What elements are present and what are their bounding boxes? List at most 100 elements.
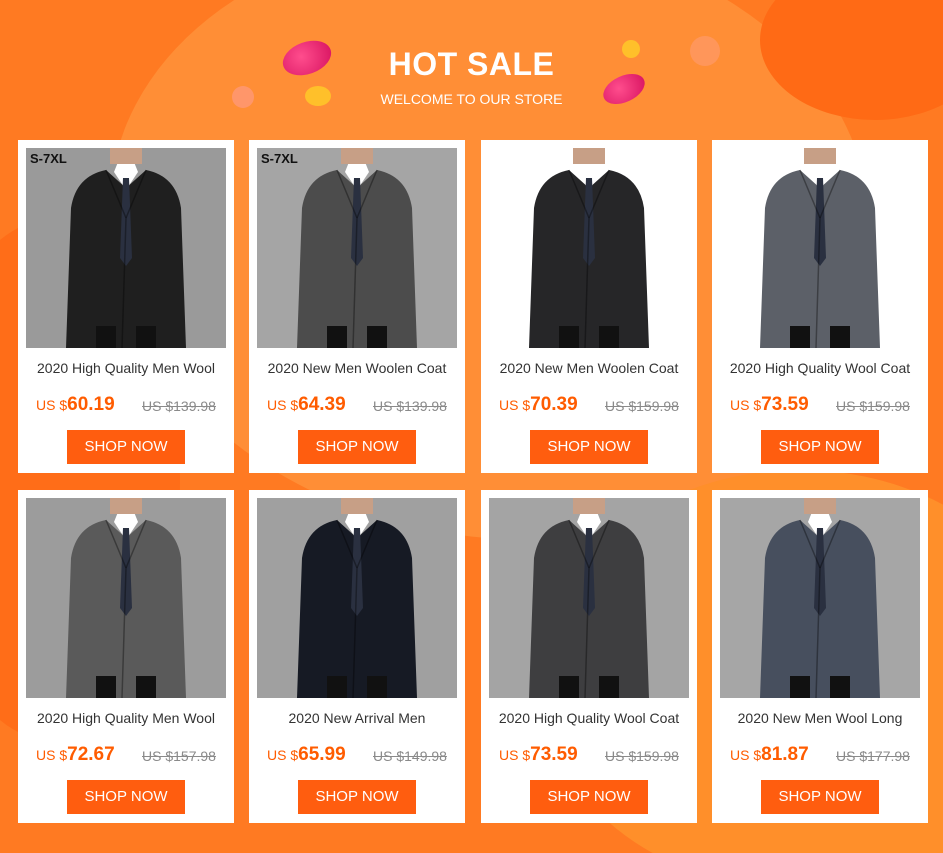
trousers	[96, 676, 116, 698]
price-row: US $64.39 US $139.98	[249, 394, 465, 418]
product-card[interactable]: 2020 New Arrival Men US $65.99 US $149.98 S…	[249, 490, 465, 823]
currency-label: US $	[267, 397, 299, 413]
shop-now-button[interactable]: SHOP NOW	[67, 430, 185, 464]
trousers	[559, 326, 579, 348]
coat-illustration	[297, 148, 417, 348]
neck	[341, 148, 373, 164]
product-name[interactable]: 2020 High Quality Men Wool	[22, 360, 230, 378]
banner-subtitle: WELCOME TO OUR STORE	[380, 91, 563, 107]
product-card[interactable]: 2020 New Men Wool Long US $81.87 US $177.9…	[712, 490, 928, 823]
currency-label: US $	[730, 397, 762, 413]
product-card[interactable]: 2020 High Quality Men Wool US $72.67 US $1…	[18, 490, 234, 823]
original-price: US $177.98	[836, 748, 910, 764]
trousers	[327, 326, 347, 348]
sale-price-amount: 65.99	[298, 744, 346, 765]
neck	[804, 148, 836, 164]
coat-illustration	[760, 498, 880, 698]
price-row: US $73.59 US $159.98	[712, 394, 928, 418]
original-price: US $159.98	[836, 398, 910, 414]
sale-price-amount: 60.19	[67, 394, 115, 415]
trousers	[830, 676, 850, 698]
shop-now-button[interactable]: SHOP NOW	[761, 430, 879, 464]
original-price: US $139.98	[373, 398, 447, 414]
currency-label: US $	[499, 747, 531, 763]
price-row: US $72.67 US $157.98	[18, 744, 234, 768]
sale-price: US $73.59	[730, 394, 809, 416]
trousers	[367, 326, 387, 348]
product-photo[interactable]	[257, 498, 457, 698]
sale-price-amount: 73.59	[530, 744, 578, 765]
sale-price-amount: 70.39	[530, 394, 578, 415]
shop-now-button[interactable]: SHOP NOW	[67, 780, 185, 814]
trousers	[96, 326, 116, 348]
neck	[573, 148, 605, 164]
price-row: US $81.87 US $177.98	[712, 744, 928, 768]
neck	[110, 498, 142, 514]
original-price: US $159.98	[605, 748, 679, 764]
product-name[interactable]: 2020 New Arrival Men	[253, 710, 461, 728]
currency-label: US $	[36, 397, 68, 413]
coat-illustration	[297, 498, 417, 698]
neck	[341, 498, 373, 514]
trousers	[136, 676, 156, 698]
trousers	[790, 676, 810, 698]
trousers	[599, 326, 619, 348]
product-name[interactable]: 2020 New Men Woolen Coat	[485, 360, 693, 378]
product-photo[interactable]	[26, 498, 226, 698]
product-name[interactable]: 2020 High Quality Wool Coat	[485, 710, 693, 728]
product-card[interactable]: 2020 High Quality Wool Coat US $73.59 US $…	[481, 490, 697, 823]
product-name[interactable]: 2020 High Quality Men Wool	[22, 710, 230, 728]
sale-price: US $73.59	[499, 744, 578, 766]
trousers	[559, 676, 579, 698]
product-photo[interactable]	[720, 498, 920, 698]
product-photo[interactable]: S-7XL	[26, 148, 226, 348]
trousers	[327, 676, 347, 698]
product-name[interactable]: 2020 New Men Wool Long	[716, 710, 924, 728]
price-row: US $65.99 US $149.98	[249, 744, 465, 768]
coat-illustration	[529, 498, 649, 698]
currency-label: US $	[267, 747, 299, 763]
product-photo[interactable]	[489, 148, 689, 348]
sale-price-amount: 64.39	[298, 394, 346, 415]
size-range-tag: S-7XL	[30, 151, 67, 166]
price-row: US $60.19 US $139.98	[18, 394, 234, 418]
sale-price: US $72.67	[36, 744, 115, 766]
shop-now-button[interactable]: SHOP NOW	[530, 430, 648, 464]
currency-label: US $	[36, 747, 68, 763]
currency-label: US $	[730, 747, 762, 763]
original-price: US $139.98	[142, 398, 216, 414]
sale-price-amount: 73.59	[761, 394, 809, 415]
product-card[interactable]: S-7XL 2020 High Quality Men Wool US $60.19…	[18, 140, 234, 473]
original-price: US $157.98	[142, 748, 216, 764]
sale-price: US $70.39	[499, 394, 578, 416]
product-card[interactable]: 2020 High Quality Wool Coat US $73.59 US $…	[712, 140, 928, 473]
shop-now-button[interactable]: SHOP NOW	[530, 780, 648, 814]
sale-price: US $60.19	[36, 394, 115, 416]
product-photo[interactable]	[720, 148, 920, 348]
trousers	[599, 676, 619, 698]
product-photo[interactable]	[489, 498, 689, 698]
banner-header: HOT SALE WELCOME TO OUR STORE	[0, 46, 943, 107]
shop-now-button[interactable]: SHOP NOW	[298, 780, 416, 814]
size-range-tag: S-7XL	[261, 151, 298, 166]
product-photo[interactable]: S-7XL	[257, 148, 457, 348]
product-card[interactable]: S-7XL 2020 New Men Woolen Coat US $64.39 US…	[249, 140, 465, 473]
shop-now-button[interactable]: SHOP NOW	[298, 430, 416, 464]
original-price: US $159.98	[605, 398, 679, 414]
neck	[804, 498, 836, 514]
currency-label: US $	[499, 397, 531, 413]
original-price: US $149.98	[373, 748, 447, 764]
sale-price-amount: 81.87	[761, 744, 809, 765]
coat-illustration	[66, 498, 186, 698]
product-name[interactable]: 2020 High Quality Wool Coat	[716, 360, 924, 378]
product-card[interactable]: 2020 New Men Woolen Coat US $70.39 US $159…	[481, 140, 697, 473]
shop-now-button[interactable]: SHOP NOW	[761, 780, 879, 814]
coat-illustration	[66, 148, 186, 348]
price-row: US $70.39 US $159.98	[481, 394, 697, 418]
neck	[573, 498, 605, 514]
product-name[interactable]: 2020 New Men Woolen Coat	[253, 360, 461, 378]
coat-illustration	[760, 148, 880, 348]
neck	[110, 148, 142, 164]
sale-price: US $81.87	[730, 744, 809, 766]
trousers	[367, 676, 387, 698]
